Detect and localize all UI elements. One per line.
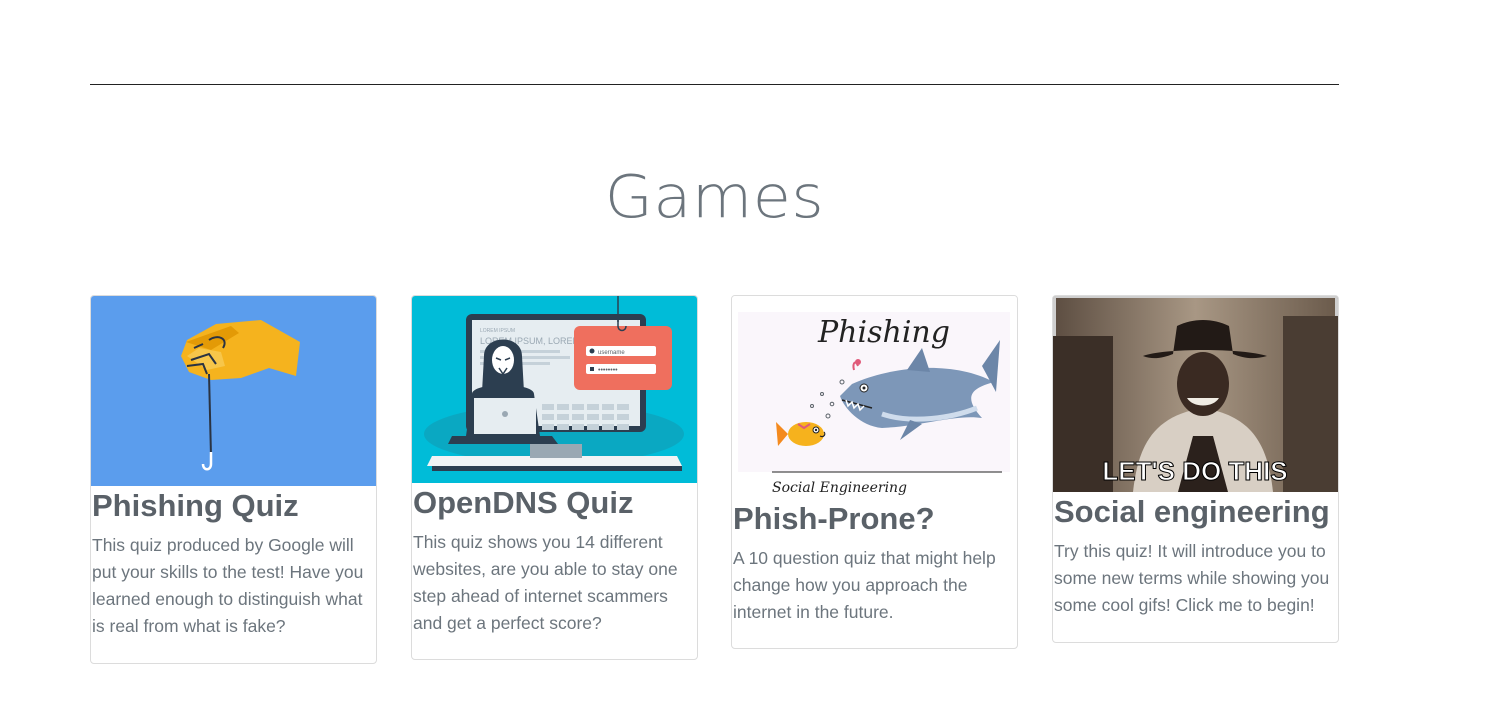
- game-card-phishing-quiz[interactable]: Phishing Quiz This quiz produced by Goog…: [90, 295, 377, 664]
- image-caption-bottom: Social Engineering: [772, 480, 907, 496]
- hand-fishing-hook-icon: [91, 296, 376, 486]
- card-text: This quiz produced by Google will put yo…: [92, 535, 364, 636]
- hacker-laptop-login-icon: LOREM IPSUM LOREM IPSUM, LOREM IP userna…: [412, 296, 697, 483]
- cowboy-gif-icon: LET'S DO THIS: [1053, 296, 1338, 492]
- image-caption-top: Phishing: [817, 315, 950, 350]
- card-text: Try this quiz! It will introduce you to …: [1054, 541, 1330, 615]
- card-title[interactable]: Phishing Quiz: [91, 486, 376, 526]
- card-image-phish-prone[interactable]: Phishing Social Engineering: [732, 296, 1017, 499]
- game-card-social-engineering[interactable]: LET'S DO THIS Social engineering Try thi…: [1052, 295, 1339, 643]
- card-text: This quiz shows you 14 different website…: [413, 532, 678, 633]
- card-title[interactable]: Phish-Prone?: [732, 499, 1017, 539]
- section-divider: [90, 84, 1339, 85]
- shark-chasing-fish-icon: Phishing Social Engineering: [732, 296, 1017, 499]
- gif-caption: LET'S DO THIS: [1102, 456, 1287, 486]
- svg-text:••••••••: ••••••••: [598, 367, 618, 374]
- page-title: Games: [604, 161, 825, 232]
- svg-text:username: username: [598, 350, 625, 356]
- game-card-phish-prone[interactable]: Phishing Social Engineering Phish-Prone?…: [731, 295, 1018, 649]
- card-title[interactable]: OpenDNS Quiz: [412, 483, 697, 523]
- card-image-phishing-quiz[interactable]: [91, 296, 376, 486]
- card-text: A 10 question quiz that might help chang…: [733, 548, 996, 622]
- card-image-opendns-quiz[interactable]: LOREM IPSUM LOREM IPSUM, LOREM IP userna…: [412, 296, 697, 483]
- svg-text:LOREM IPSUM: LOREM IPSUM: [480, 328, 515, 334]
- game-card-opendns-quiz[interactable]: LOREM IPSUM LOREM IPSUM, LOREM IP userna…: [411, 295, 698, 660]
- card-image-social-engineering[interactable]: LET'S DO THIS: [1053, 296, 1338, 492]
- card-title[interactable]: Social engineering: [1053, 492, 1338, 532]
